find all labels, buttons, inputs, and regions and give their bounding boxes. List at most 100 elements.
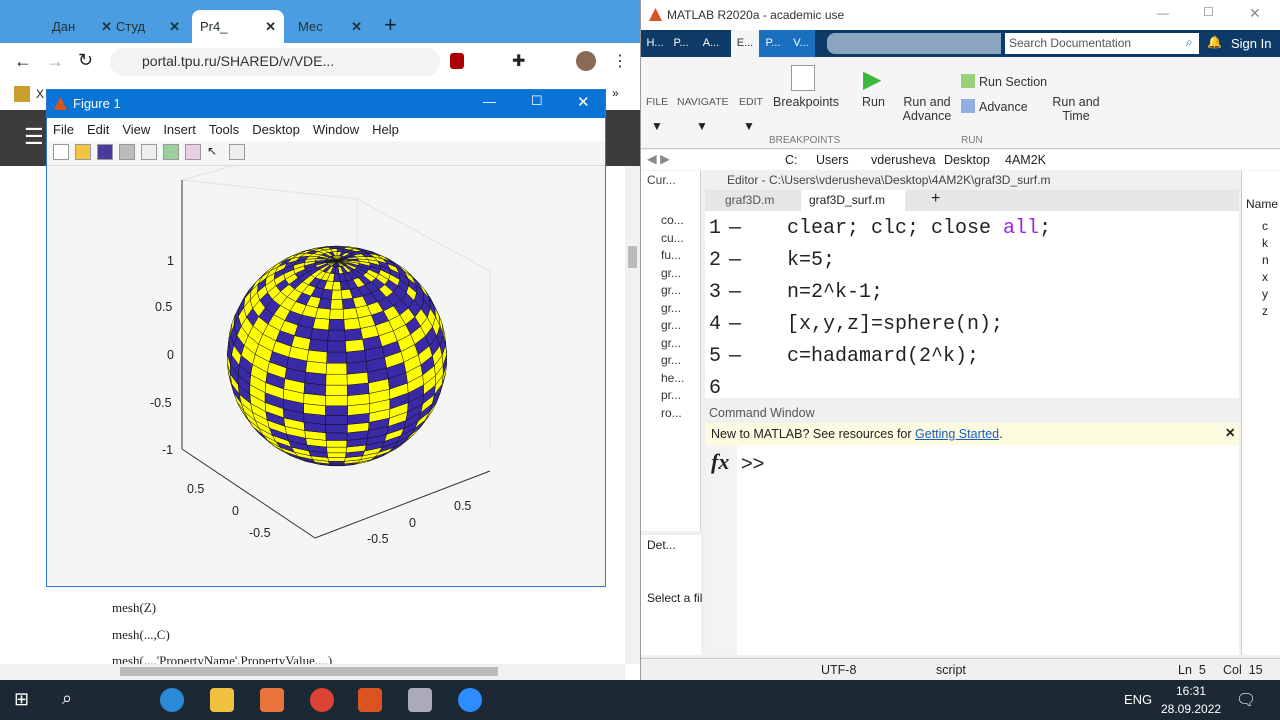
breakpoint-marker[interactable]: — xyxy=(729,217,741,240)
close-icon[interactable]: ✕ xyxy=(169,19,180,35)
search-icon[interactable]: ⌕ xyxy=(62,688,72,709)
reload-icon[interactable]: ↻ xyxy=(78,50,93,71)
workspace-variable[interactable]: x xyxy=(1262,270,1268,284)
code-line[interactable]: k=5; xyxy=(787,249,835,272)
navigate-section[interactable]: NAVIGATE xyxy=(677,96,729,108)
run-button[interactable]: Run xyxy=(862,95,885,109)
close-icon[interactable]: ✕ xyxy=(265,19,276,35)
menu-icon[interactable]: ⋮ xyxy=(612,51,628,71)
close-icon[interactable]: ✕ xyxy=(577,93,590,111)
clock-date[interactable]: 28.09.2022 xyxy=(1161,702,1221,716)
address-bar[interactable]: ◀ ▶ C: Users vderusheva Desktop 4AM2K xyxy=(641,150,1280,170)
workspace-variable[interactable]: n xyxy=(1262,253,1269,267)
save-icon[interactable] xyxy=(97,144,113,160)
edge-icon[interactable] xyxy=(160,688,184,712)
tab-editor[interactable]: E... xyxy=(731,30,759,57)
edit-section[interactable]: EDIT xyxy=(739,96,763,108)
workspace-variable[interactable]: k xyxy=(1262,236,1268,250)
path-segment[interactable]: Users xyxy=(816,153,849,167)
clock-time[interactable]: 16:31 xyxy=(1176,684,1206,698)
run-icon[interactable]: ▶ xyxy=(863,65,881,94)
vertical-scrollbar[interactable] xyxy=(625,166,640,664)
notification-icon[interactable]: 🔔 xyxy=(1207,35,1222,49)
run-and-advance-button[interactable]: Run and Advance xyxy=(901,95,953,123)
property-inspector-icon[interactable] xyxy=(229,144,245,160)
tab-pr4[interactable]: Pr4_ ✕ xyxy=(192,10,284,43)
file-item[interactable]: cu... xyxy=(661,231,684,245)
command-window[interactable]: fx >> xyxy=(705,445,1239,655)
sign-in-link[interactable]: Sign In xyxy=(1231,36,1271,51)
close-icon[interactable]: ✕ xyxy=(1225,425,1235,440)
zoom-icon[interactable] xyxy=(458,688,482,712)
run-and-time-button[interactable]: Run and Time xyxy=(1051,95,1101,123)
menu-insert[interactable]: Insert xyxy=(163,122,196,137)
tab-apps[interactable]: A... xyxy=(697,30,725,57)
tab-home[interactable]: H... xyxy=(641,30,669,57)
language-indicator[interactable]: ENG xyxy=(1124,692,1152,707)
explorer-icon[interactable] xyxy=(210,688,234,712)
chevron-down-icon[interactable]: ▼ xyxy=(651,119,663,133)
menu-edit[interactable]: Edit xyxy=(87,122,109,137)
file-item[interactable]: pr... xyxy=(661,388,681,402)
code-line[interactable]: n=2^k-1; xyxy=(787,281,883,304)
path-segment[interactable]: vderusheva xyxy=(871,153,936,167)
close-icon[interactable]: ✕ xyxy=(1249,5,1261,22)
menu-tools[interactable]: Tools xyxy=(209,122,239,137)
breakpoint-marker[interactable]: — xyxy=(729,345,741,368)
path-segment[interactable]: C: xyxy=(785,153,798,167)
minimize-icon[interactable]: — xyxy=(483,94,496,109)
tab-messages[interactable]: Мес ✕ xyxy=(290,10,370,43)
tab-stud[interactable]: Студ ✕ xyxy=(108,10,188,43)
file-item[interactable]: fu... xyxy=(661,248,681,262)
breakpoint-marker[interactable]: — xyxy=(729,249,741,272)
matlab-icon[interactable] xyxy=(358,688,382,712)
workspace-variable[interactable]: z xyxy=(1262,304,1268,318)
address-bar[interactable]: portal.tpu.ru/SHARED/v/VDE... xyxy=(110,48,440,76)
minimize-icon[interactable]: — xyxy=(1157,6,1169,20)
maximize-icon[interactable]: ☐ xyxy=(531,93,543,109)
code-editor[interactable]: 1— clear; clc; close all; 2— k=5; 3— n=2^k-1;… xyxy=(705,211,1239,398)
fx-icon[interactable]: fx xyxy=(711,449,729,475)
legend-icon[interactable] xyxy=(185,144,201,160)
run-section-button[interactable]: Run Section xyxy=(979,75,1047,89)
breakpoint-marker[interactable]: — xyxy=(729,281,741,304)
chevron-down-icon[interactable]: ▼ xyxy=(743,119,755,133)
tab-graf3d-surf[interactable]: graf3D_surf.m xyxy=(801,190,905,211)
workspace-variable[interactable]: c xyxy=(1262,219,1268,233)
more-bookmarks[interactable]: » xyxy=(612,86,619,100)
menu-window[interactable]: Window xyxy=(313,122,359,137)
new-figure-icon[interactable] xyxy=(53,144,69,160)
open-icon[interactable] xyxy=(75,144,91,160)
getting-started-link[interactable]: Getting Started xyxy=(915,427,999,441)
new-tab-button[interactable]: + xyxy=(384,12,397,38)
file-item[interactable]: he... xyxy=(661,371,684,385)
windows-start-icon[interactable]: ⊞ xyxy=(14,689,29,710)
chrome-icon[interactable] xyxy=(310,688,334,712)
colorbar-icon[interactable] xyxy=(163,144,179,160)
forward-icon[interactable]: → xyxy=(46,51,64,72)
tab-graf3d[interactable]: graf3D.m xyxy=(725,193,774,207)
file-item[interactable]: gr... xyxy=(661,318,681,332)
figure-titlebar[interactable]: Figure 1 — ☐ ✕ xyxy=(47,90,605,118)
file-item[interactable]: gr... xyxy=(661,301,681,315)
axes-area[interactable]: 1 0.5 0 -0.5 -1 0.5 0 -0.5 0.5 0 -0.5 xyxy=(47,130,605,586)
code-line[interactable]: c=hadamard(2^k); xyxy=(787,345,979,368)
search-documentation-input[interactable]: Search Documentation xyxy=(1005,33,1199,54)
notifications-icon[interactable]: 🗨 xyxy=(1236,690,1256,710)
extensions-icon[interactable]: ✚ xyxy=(512,51,525,71)
back-forward-icon[interactable]: ◀ ▶ xyxy=(647,151,670,166)
back-icon[interactable]: ← xyxy=(14,51,32,72)
search-icon[interactable]: ⌕ xyxy=(1186,35,1193,50)
maximize-icon[interactable]: ☐ xyxy=(1203,5,1214,19)
bookmark-label[interactable]: X xyxy=(36,87,44,101)
file-section[interactable]: FILE xyxy=(646,96,668,108)
menu-desktop[interactable]: Desktop xyxy=(252,122,300,137)
link-plot-icon[interactable] xyxy=(141,144,157,160)
tab-view[interactable]: V... xyxy=(787,30,815,57)
pointer-icon[interactable]: ↖ xyxy=(207,144,223,160)
close-icon[interactable]: ✕ xyxy=(351,19,362,35)
advance-button[interactable]: Advance xyxy=(979,100,1028,114)
file-item[interactable]: gr... xyxy=(661,283,681,297)
file-item[interactable]: gr... xyxy=(661,336,681,350)
horizontal-scrollbar[interactable] xyxy=(0,664,625,680)
